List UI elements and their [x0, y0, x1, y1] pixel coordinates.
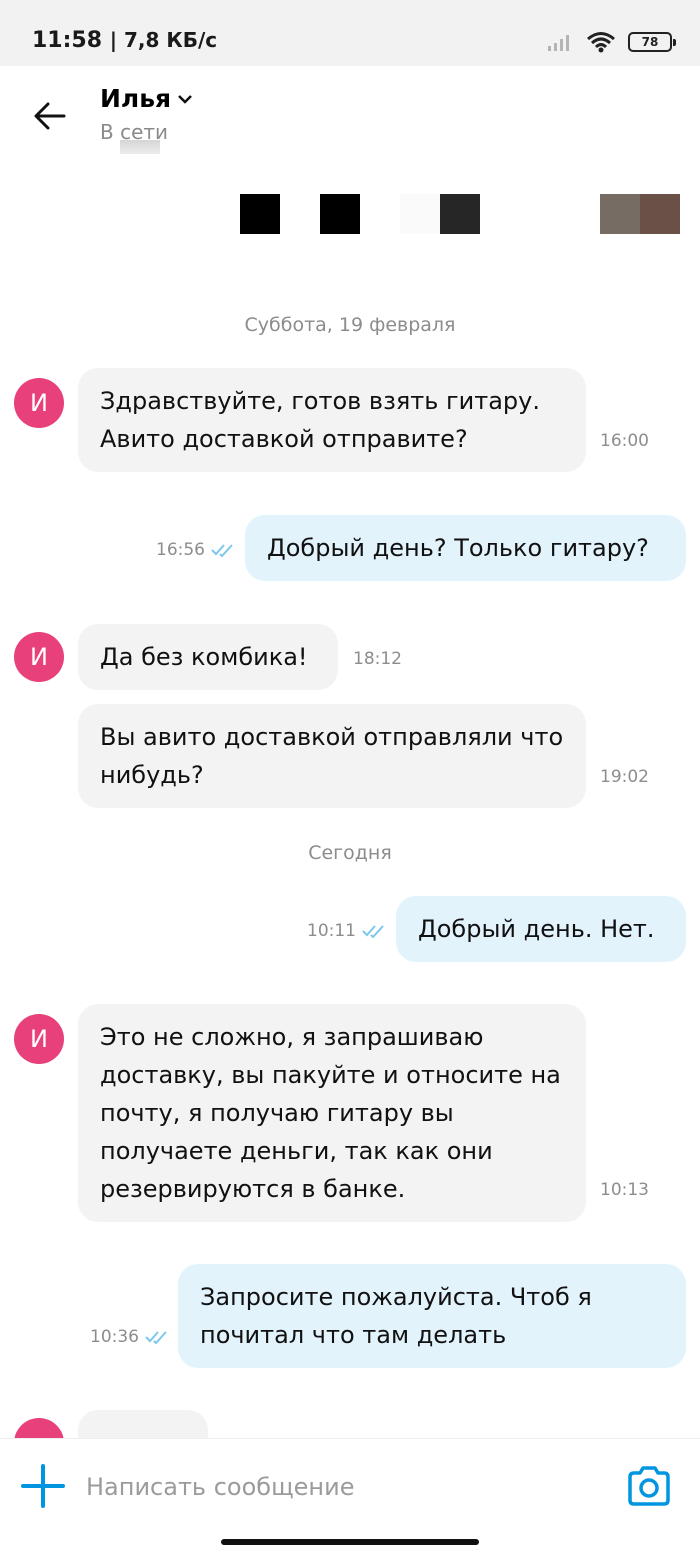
- outgoing-message[interactable]: Запросите пожалуйста. Чтоб я почитал что…: [178, 1264, 686, 1368]
- incoming-message[interactable]: Это не сложно, я запрашиваю доставку, вы…: [78, 1004, 586, 1222]
- outgoing-message[interactable]: Добрый день? Только гитару?: [245, 515, 686, 581]
- message-input[interactable]: [86, 1467, 586, 1507]
- message-time: 10:36: [90, 1327, 169, 1347]
- avatar[interactable]: И: [14, 1014, 64, 1064]
- plus-icon[interactable]: [20, 1463, 66, 1509]
- network-speed: | 7,8 КБ/с: [109, 28, 218, 52]
- time-label: 16:00: [600, 431, 649, 451]
- message-time: 10:13: [600, 1180, 649, 1200]
- contact-name: Илья: [100, 84, 172, 113]
- back-arrow-icon[interactable]: [30, 96, 70, 136]
- double-check-icon: [362, 925, 384, 938]
- status-time: 11:58 | 7,8 КБ/с: [32, 28, 217, 53]
- message-time: 10:11: [307, 921, 386, 941]
- signal-icon: [548, 35, 569, 51]
- time-label: 18:12: [353, 649, 402, 669]
- message-time: 16:56: [156, 540, 235, 560]
- time-label: 16:56: [156, 540, 205, 560]
- wifi-icon: [587, 32, 615, 53]
- battery-icon: 78: [628, 32, 676, 52]
- outgoing-message[interactable]: Добрый день. Нет.: [396, 896, 686, 962]
- incoming-message[interactable]: Да без комбика!: [78, 624, 338, 690]
- incoming-message[interactable]: Вы авито доставкой отправляли что нибудь…: [78, 704, 586, 808]
- message-time: 18:12: [353, 649, 402, 669]
- listing-thumbnail: [600, 194, 640, 234]
- camera-icon[interactable]: [626, 1465, 672, 1507]
- double-check-icon: [145, 1331, 167, 1344]
- contact-name-button[interactable]: Илья: [100, 84, 193, 113]
- message-composer: [0, 1438, 700, 1556]
- battery-level: 78: [641, 35, 659, 49]
- listing-thumbnail: [240, 194, 280, 234]
- status-bar: 11:58 | 7,8 КБ/с 78: [0, 0, 700, 66]
- message-time: 19:02: [600, 767, 649, 787]
- chevron-down-icon: [178, 94, 192, 104]
- clock: 11:58: [32, 28, 103, 53]
- incoming-message[interactable]: Здравствуйте, готов взять гитару. Авито …: [78, 368, 586, 472]
- time-label: 19:02: [600, 767, 649, 787]
- time-label: 10:13: [600, 1180, 649, 1200]
- listing-strip[interactable]: [0, 160, 700, 270]
- date-separator: Суббота, 19 февраля: [244, 314, 456, 336]
- date-separator: Сегодня: [308, 842, 392, 864]
- status-icons: 78: [546, 30, 676, 54]
- message-time: 16:00: [600, 431, 649, 451]
- listing-thumbnail: [640, 194, 680, 234]
- listing-thumbnail: [320, 194, 360, 234]
- chat-header: Илья В сети: [0, 66, 700, 158]
- time-label: 10:11: [307, 921, 356, 941]
- avatar[interactable]: И: [14, 632, 64, 682]
- listing-thumbnail: [400, 194, 440, 234]
- avatar[interactable]: И: [14, 378, 64, 428]
- blurred-area: [120, 140, 160, 154]
- home-indicator[interactable]: [221, 1539, 479, 1545]
- time-label: 10:36: [90, 1327, 139, 1347]
- double-check-icon: [211, 544, 233, 557]
- listing-thumbnail: [440, 194, 480, 234]
